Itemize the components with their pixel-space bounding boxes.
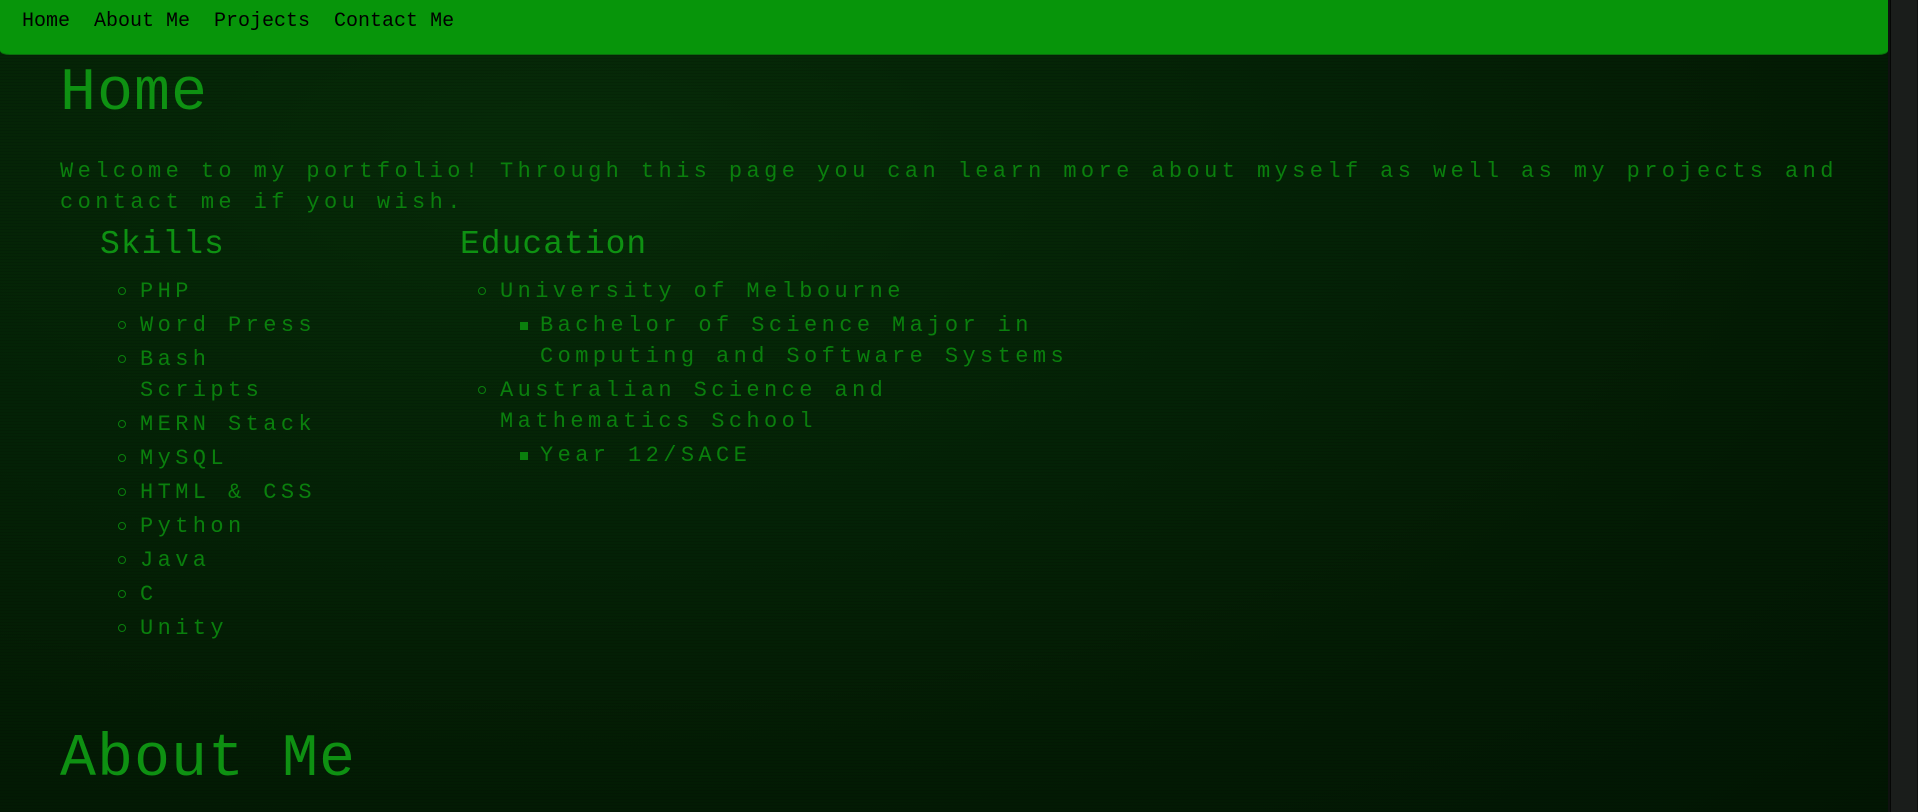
- education-sublist: Bachelor of Science Major in Computing a…: [500, 310, 1080, 372]
- circle-bullet-icon: [478, 386, 486, 394]
- skill-label: Bash Scripts: [140, 347, 264, 403]
- circle-bullet-icon: [118, 355, 126, 363]
- skill-label: C: [140, 582, 158, 607]
- qualification-label: Bachelor of Science Major in Computing a…: [540, 313, 1069, 369]
- institution-name: University of Melbourne: [500, 279, 905, 304]
- home-section: Home Welcome to my portfolio! Through th…: [60, 54, 1870, 647]
- circle-bullet-icon: [118, 454, 126, 462]
- skill-label: Unity: [140, 616, 229, 641]
- skill-item: MySQL: [100, 443, 350, 474]
- circle-bullet-icon: [118, 522, 126, 530]
- square-bullet-icon: [520, 322, 528, 330]
- education-sublist: Year 12/SACE: [500, 440, 1080, 471]
- skill-item: C: [100, 579, 350, 610]
- top-navbar: Home About Me Projects Contact Me: [0, 0, 1888, 54]
- circle-bullet-icon: [118, 488, 126, 496]
- about-section: About Me: [60, 720, 356, 800]
- education-list: University of Melbourne Bachelor of Scie…: [460, 276, 1080, 471]
- skill-label: Python: [140, 514, 246, 539]
- skill-item: Unity: [100, 613, 350, 644]
- skills-title: Skills: [100, 226, 225, 263]
- skill-item: Word Press: [100, 310, 350, 341]
- page-scrollbar[interactable]: [1888, 0, 1918, 812]
- skills-list: PHP Word Press Bash Scripts MERN Stack M…: [100, 276, 350, 644]
- education-title: Education: [460, 226, 648, 263]
- intro-text: Welcome to my portfolio! Through this pa…: [60, 159, 1838, 215]
- circle-bullet-icon: [118, 420, 126, 428]
- skill-label: Java: [140, 548, 211, 573]
- skill-item: Bash Scripts: [100, 344, 350, 406]
- circle-bullet-icon: [118, 624, 126, 632]
- nav-link-projects[interactable]: Projects: [214, 10, 310, 33]
- circle-bullet-icon: [118, 321, 126, 329]
- skill-item: MERN Stack: [100, 409, 350, 440]
- home-title: Home: [60, 60, 209, 128]
- scrollbar-thumb[interactable]: [1890, 0, 1917, 812]
- skill-item: PHP: [100, 276, 350, 307]
- skill-label: Word Press: [140, 313, 317, 338]
- home-columns: Skills PHP Word Press Bash Scripts MERN …: [60, 222, 1870, 647]
- institution-name: Australian Science and Mathematics Schoo…: [500, 378, 888, 434]
- circle-bullet-icon: [118, 556, 126, 564]
- circle-bullet-icon: [118, 287, 126, 295]
- skill-label: HTML & CSS: [140, 480, 317, 505]
- skill-label: MySQL: [140, 446, 229, 471]
- qualification-item: Bachelor of Science Major in Computing a…: [500, 310, 1080, 372]
- skill-item: Python: [100, 511, 350, 542]
- square-bullet-icon: [520, 452, 528, 460]
- nav-link-contact-me[interactable]: Contact Me: [334, 10, 454, 33]
- circle-bullet-icon: [478, 287, 486, 295]
- qualification-label: Year 12/SACE: [540, 443, 752, 468]
- education-item: Australian Science and Mathematics Schoo…: [460, 375, 1080, 471]
- skill-label: PHP: [140, 279, 193, 304]
- nav-link-home[interactable]: Home: [22, 10, 70, 33]
- skill-label: MERN Stack: [140, 412, 317, 437]
- nav-link-about-me[interactable]: About Me: [94, 10, 190, 33]
- circle-bullet-icon: [118, 590, 126, 598]
- skill-item: HTML & CSS: [100, 477, 350, 508]
- qualification-item: Year 12/SACE: [500, 440, 1080, 471]
- education-section: Education University of Melbourne Bachel…: [460, 222, 1160, 647]
- about-title: About Me: [60, 726, 357, 794]
- skills-section: Skills PHP Word Press Bash Scripts MERN …: [60, 222, 460, 647]
- skill-item: Java: [100, 545, 350, 576]
- education-item: University of Melbourne Bachelor of Scie…: [460, 276, 1080, 372]
